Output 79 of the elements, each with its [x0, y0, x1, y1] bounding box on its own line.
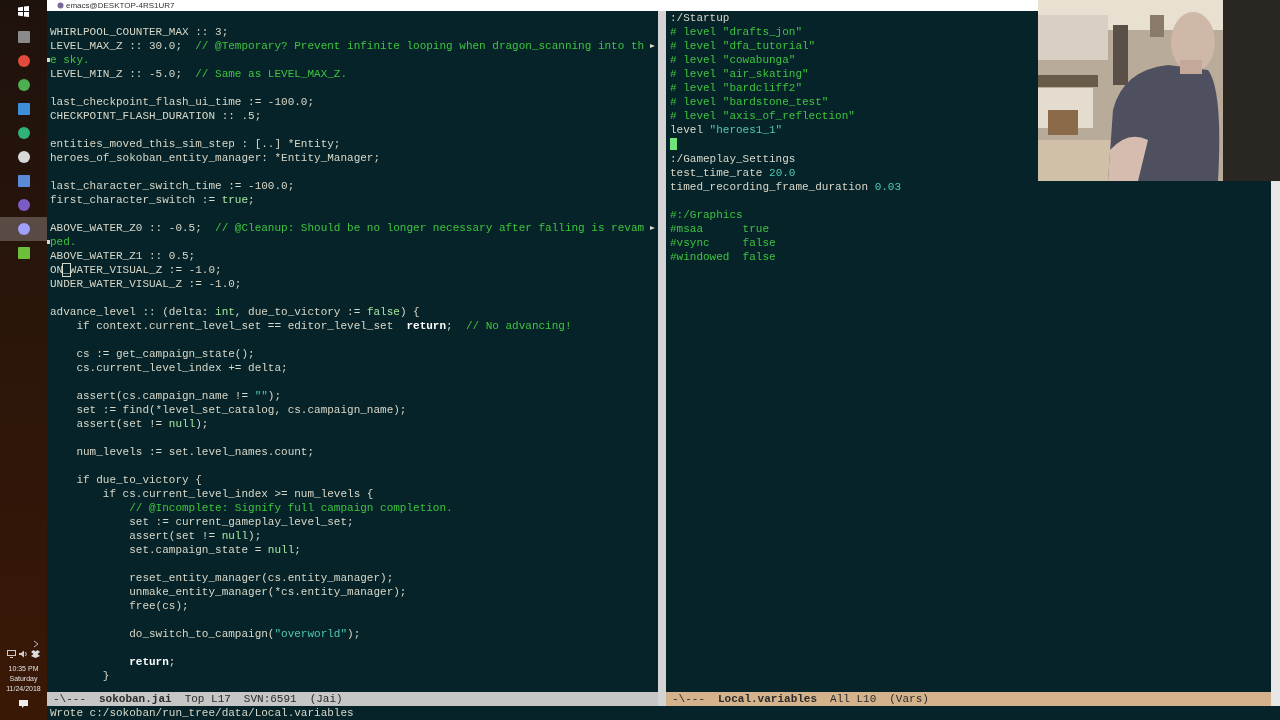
app-icon [16, 174, 31, 188]
code-line: LEVEL_MAX_Z :: 30.0; // @Temporary? Prevent infinite looping when dragon_scanning into th [50, 40, 645, 52]
code-line: do_switch_to_campaign("overworld"); [128, 628, 361, 640]
code-line: unmake_entity_manager(*cs.entity_manager); [128, 586, 407, 598]
monitor-icon[interactable] [7, 650, 16, 658]
code-line: # level "bardstone_test" [670, 96, 829, 108]
code-line: # level "air_skating" [670, 68, 809, 80]
app-icon [16, 78, 31, 92]
buffer-name: Local.variables [718, 692, 818, 706]
code-line: set.campaign_state = null; [128, 544, 301, 556]
speaker-icon[interactable] [19, 650, 28, 658]
app-icon [16, 198, 31, 212]
code-line: CHECKPOINT_FLASH_DURATION :: .5; [50, 110, 262, 122]
app-icon [16, 102, 31, 116]
code-line: timed_recording_frame_duration 0.03 [670, 181, 902, 193]
version-control: SVN:6591 [243, 692, 297, 706]
code-line: set := find(*level_set_catalog, cs.campaign_name); [75, 404, 407, 416]
code-line: assert(set != null); [75, 418, 209, 430]
code-line: # level "dfa_tutorial" [670, 40, 816, 52]
major-mode: (Jai) [309, 692, 343, 706]
code-line: first_character_switch := true; [50, 194, 255, 206]
app-icon [16, 246, 31, 260]
app-icon [57, 2, 64, 9]
code-line: # level "drafts_jon" [670, 26, 803, 38]
code-line: return; [128, 656, 176, 668]
code-line: # level "cowabunga" [670, 54, 796, 66]
app-icon [16, 150, 31, 164]
box-icon[interactable] [31, 650, 40, 658]
code-line: cs := get_campaign_state(); [75, 348, 255, 360]
code-line: advance_level :: (delta: int, due_to_victory := false) { [50, 306, 420, 318]
code-line: free(cs); [128, 600, 189, 612]
code-line: assert(cs.campaign_name != ""); [75, 390, 282, 402]
code-line: #windowed false [670, 251, 776, 263]
code-line: #vsync false [670, 237, 776, 249]
code-line: if cs.current_level_index >= num_levels { [101, 488, 374, 500]
chevron-icon[interactable] [32, 640, 39, 648]
code-line: ABOVE_WATER_Z0 :: -0.5; // @Cleanup: Should be no longer necessary after falling is revam [50, 222, 645, 234]
code-line: ped. [50, 236, 77, 248]
code-line: if context.current_level_set == editor_level_set return; // No advancing! [75, 320, 572, 332]
code-line: :/Startup [670, 12, 730, 24]
code-line: :/Gameplay_Settings [670, 153, 796, 165]
code-line: last_checkpoint_flash_ui_time := -100.0; [50, 96, 315, 108]
code-line: heroes_of_sokoban_entity_manager: *Entity_Manager; [50, 152, 381, 164]
code-line: test_time_rate 20.0 [670, 167, 796, 179]
cursor: _ [63, 264, 70, 276]
major-mode: (Vars) [889, 692, 929, 706]
app-icon [16, 126, 31, 140]
code-line: ABOVE_WATER_Z1 :: 0.5; [50, 250, 196, 262]
cursor-position: All L10 [830, 692, 877, 706]
start-icon[interactable] [18, 6, 29, 17]
cursor-position: Top L17 [184, 692, 231, 706]
code-line: last_character_switch_time := -100.0; [50, 180, 295, 192]
window-title: emacs@DESKTOP-4RS1UR7 [66, 0, 175, 11]
code-line: LEVEL_MIN_Z :: -5.0; // Same as LEVEL_MAX_Z. [50, 68, 348, 80]
code-line: num_levels := set.level_names.count; [75, 446, 315, 458]
buffer-name: sokoban.jai [99, 692, 172, 706]
app-icon [16, 30, 31, 44]
code-line: } [101, 670, 110, 682]
code-line: set := current_gameplay_level_set; [128, 516, 354, 528]
code-line: UNDER_WATER_VISUAL_Z := -1.0; [50, 278, 242, 290]
code-line: cs.current_level_index += delta; [75, 362, 288, 374]
code-line: entities_moved_this_sim_step : [..] *Entity; [50, 138, 341, 150]
code-line: reset_entity_manager(cs.entity_manager); [128, 572, 394, 584]
code-line: if due_to_victory { [75, 474, 202, 486]
mode-line-flags: -\--- [53, 692, 86, 706]
mode-line-flags: -\--- [672, 692, 705, 706]
code-line: WHIRLPOOL_COUNTER_MAX :: 3; [50, 26, 229, 38]
code-line: # level "bardcliff2" [670, 82, 803, 94]
code-line: # level "axis_of_reflection" [670, 110, 855, 122]
code-line: e sky. [50, 54, 90, 66]
code-line: level "heroes1_1" [670, 124, 783, 136]
code-line: #msaa true [670, 223, 770, 235]
app-icon [16, 222, 31, 236]
code-line: assert(set != null); [128, 530, 262, 542]
code-line: // @Incomplete: Signify full campaign completion. [128, 502, 453, 514]
scrollbar[interactable] [1271, 181, 1280, 706]
code-line: #:/Graphics [670, 209, 743, 221]
notification-icon[interactable] [19, 700, 28, 708]
app-icon [16, 54, 31, 68]
